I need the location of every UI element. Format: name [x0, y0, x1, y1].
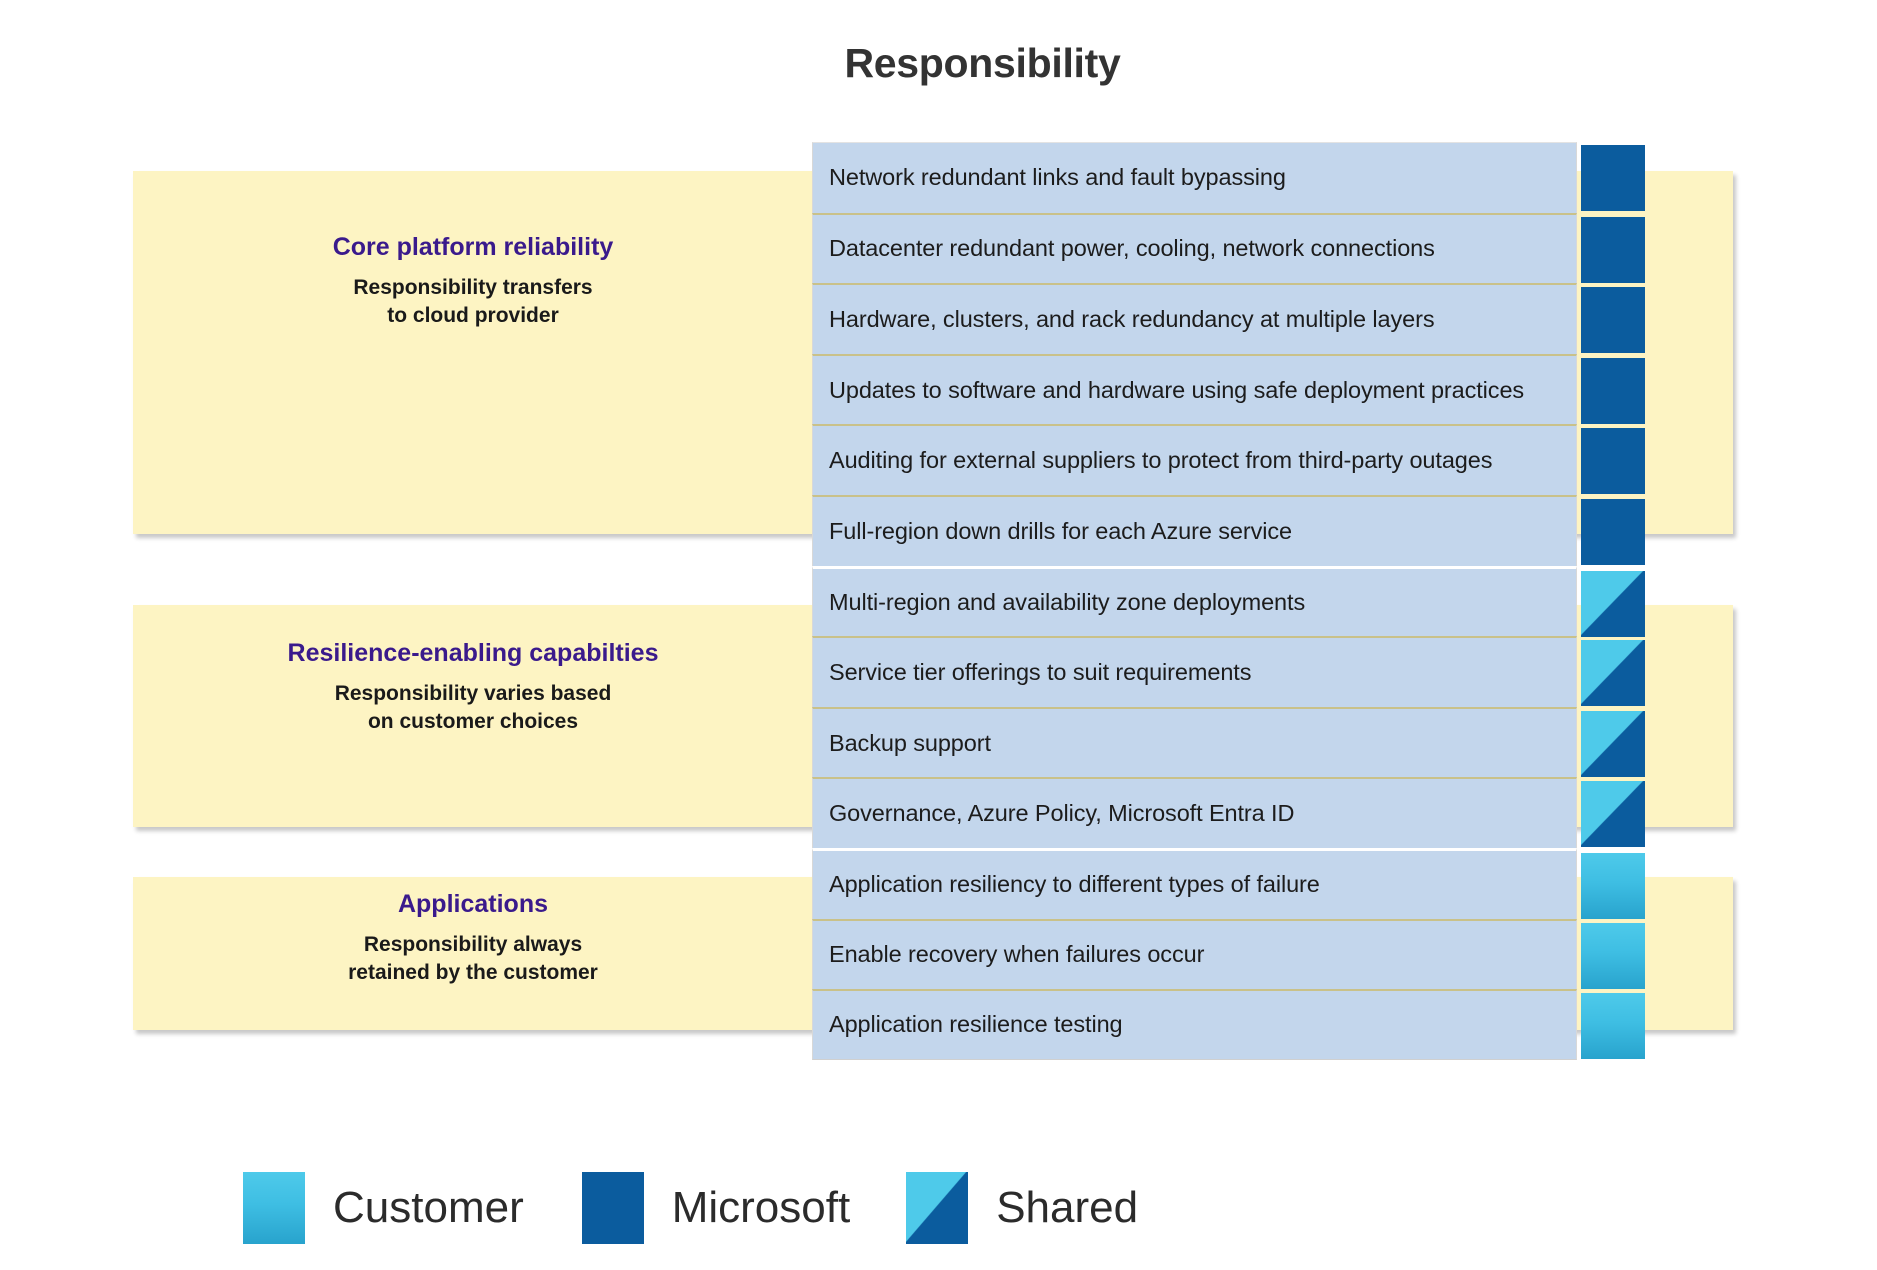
legend-item-shared: Shared [906, 1172, 1138, 1244]
legend-item-customer: Customer [243, 1172, 524, 1244]
legend-label: Customer [333, 1183, 524, 1232]
row-label: Updates to software and hardware using s… [829, 376, 1525, 403]
page-title: Responsibility [844, 40, 1121, 86]
table-row[interactable]: Full-region down drills for each Azure s… [812, 494, 1645, 566]
microsoft-swatch-icon [1581, 428, 1645, 495]
row-label: Network redundant links and fault bypass… [829, 164, 1286, 191]
row-label: Governance, Azure Policy, Microsoft Entr… [829, 800, 1295, 827]
row-label: Full-region down drills for each Azure s… [829, 517, 1292, 544]
row-label: Enable recovery when failures occur [829, 941, 1205, 968]
row-label: Datacenter redundant power, cooling, net… [829, 235, 1435, 262]
customer-swatch-icon [1581, 922, 1645, 989]
category-subtitle: Responsibility always retained by the cu… [348, 932, 598, 984]
row-label: Application resilience testing [829, 1011, 1123, 1038]
category-subtitle: Responsibility varies based on customer … [334, 681, 612, 733]
row-label: Hardware, clusters, and rack redundancy … [829, 305, 1435, 332]
shared-swatch-icon [1581, 710, 1645, 777]
table-row[interactable]: Backup support [812, 706, 1645, 778]
legend-label: Shared [996, 1183, 1139, 1232]
legend: Customer Microsoft Shared [243, 1172, 1138, 1244]
category-title: Applications [397, 890, 548, 918]
row-label: Multi-region and availability zone deplo… [829, 588, 1306, 615]
responsibility-row-list: Network redundant links and fault bypass… [812, 142, 1645, 1060]
legend-item-microsoft: Microsoft [581, 1172, 851, 1244]
category-title: Core platform reliability [332, 233, 614, 261]
row-label: Backup support [829, 729, 991, 756]
customer-swatch-icon [1581, 993, 1645, 1060]
table-row[interactable]: Network redundant links and fault bypass… [812, 142, 1645, 213]
row-label: Application resiliency to different type… [829, 871, 1320, 898]
table-row[interactable]: Datacenter redundant power, cooling, net… [812, 212, 1645, 284]
row-label: Auditing for external suppliers to prote… [829, 447, 1493, 474]
category-subtitle: Responsibility transfers to cloud provid… [353, 275, 593, 327]
shared-swatch-icon [906, 1172, 969, 1244]
table-row[interactable]: Application resiliency to different type… [812, 847, 1645, 919]
microsoft-swatch-icon [581, 1172, 644, 1244]
microsoft-swatch-icon [1581, 216, 1645, 283]
category-title: Resilience-enabling capabilties [287, 639, 659, 667]
table-row[interactable]: Multi-region and availability zone deplo… [812, 565, 1645, 637]
table-row[interactable]: Hardware, clusters, and rack redundancy … [812, 283, 1645, 354]
legend-label: Microsoft [671, 1183, 851, 1232]
category-panel-text: Core platform reliability Responsibility… [133, 233, 813, 330]
table-row[interactable]: Enable recovery when failures occur [812, 918, 1645, 990]
table-row[interactable]: Updates to software and hardware using s… [812, 353, 1645, 425]
shared-swatch-icon [1581, 640, 1645, 707]
microsoft-swatch-icon [1581, 287, 1645, 354]
shared-swatch-icon [1581, 570, 1645, 637]
table-row[interactable]: Application resilience testing [812, 989, 1645, 1060]
category-panel-text: Applications Responsibility always retai… [133, 890, 813, 987]
customer-swatch-icon [1581, 852, 1645, 919]
microsoft-swatch-icon [1581, 498, 1645, 565]
shared-swatch-icon [1581, 781, 1645, 848]
table-row[interactable]: Governance, Azure Policy, Microsoft Entr… [812, 777, 1645, 848]
customer-swatch-icon [243, 1172, 305, 1244]
category-panel-text: Resilience-enabling capabilties Responsi… [133, 639, 813, 736]
table-row[interactable]: Auditing for external suppliers to prote… [812, 424, 1645, 495]
table-row[interactable]: Service tier offerings to suit requireme… [812, 636, 1645, 707]
microsoft-swatch-icon [1581, 357, 1645, 424]
microsoft-swatch-icon [1581, 145, 1645, 211]
row-label: Service tier offerings to suit requireme… [829, 658, 1252, 685]
